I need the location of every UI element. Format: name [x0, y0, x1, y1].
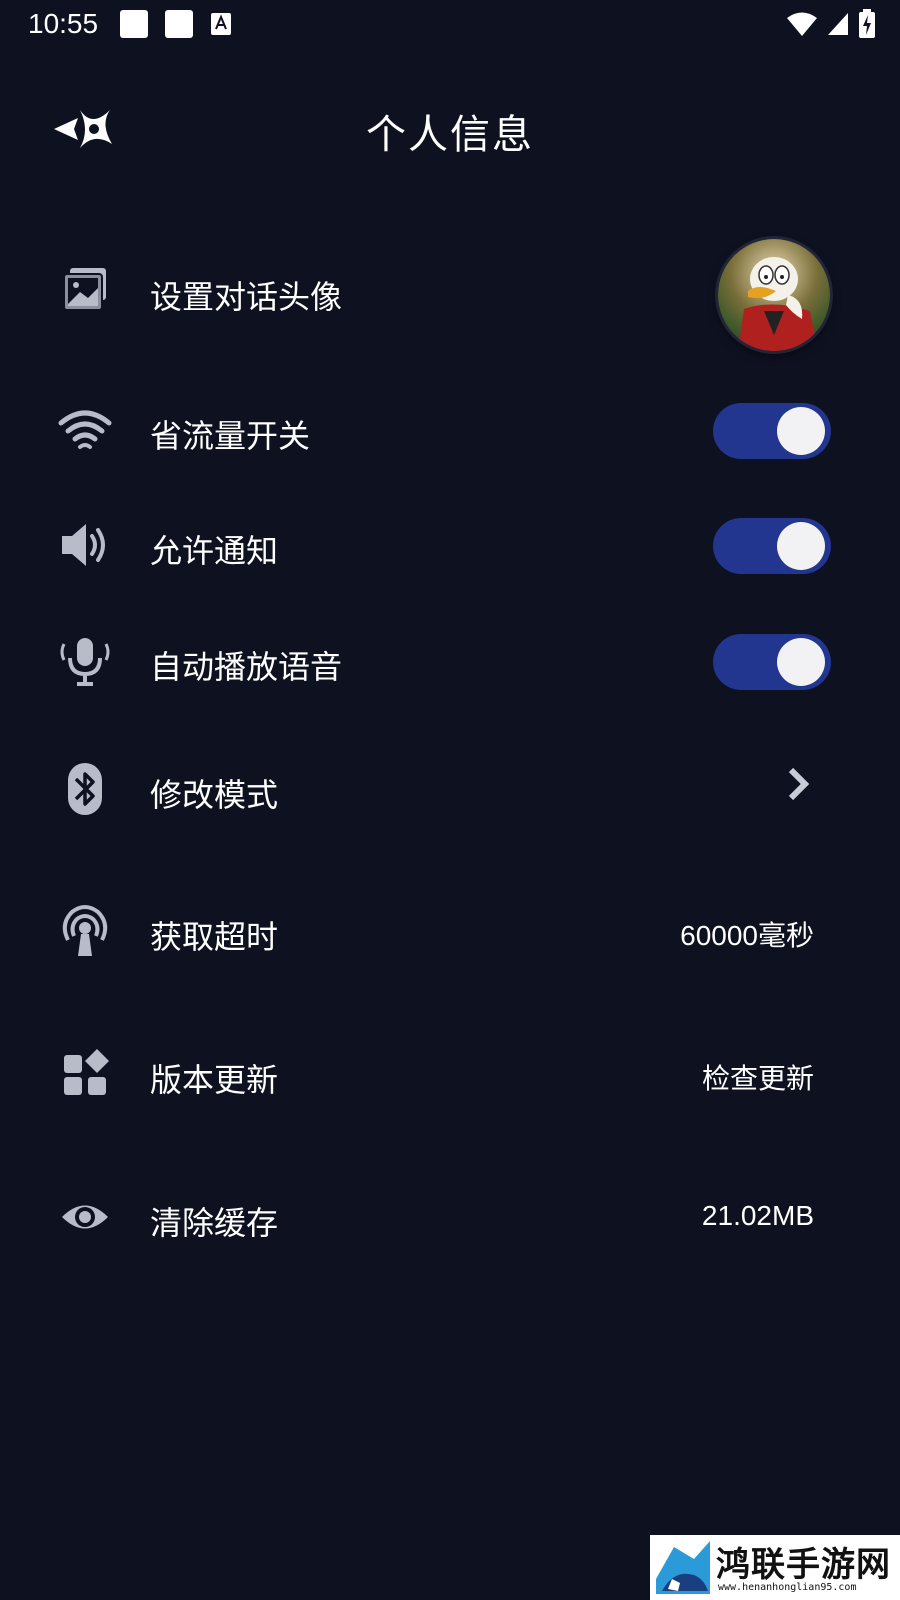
setting-timeout-row[interactable]: 获取超时 60000毫秒: [0, 876, 900, 986]
chevron-right-icon[interactable]: [785, 764, 813, 804]
battery-icon: [859, 9, 875, 38]
timeout-label: 获取超时: [150, 918, 279, 956]
avatar-image: [738, 257, 818, 351]
wifi-status-icon: [787, 12, 817, 36]
check-update-value[interactable]: 检查更新: [702, 1057, 814, 1097]
setting-notifications-row: 允许通知: [0, 490, 900, 600]
mode-label: 修改模式: [150, 776, 279, 814]
eye-icon: [62, 1205, 108, 1229]
watermark: 鸿联手游网 www.henanhonglian95.com: [650, 1535, 900, 1600]
cache-size-value: 21.02MB: [701, 1200, 814, 1231]
notifications-label: 允许通知: [150, 532, 279, 570]
bluetooth-icon: [68, 763, 102, 815]
watermark-text: 鸿联手游网: [716, 1545, 891, 1585]
autoplay-voice-toggle[interactable]: [713, 634, 831, 690]
page-title: 个人信息: [366, 112, 534, 158]
notifications-toggle[interactable]: [713, 518, 831, 574]
setting-data-saver-row: 省流量开关: [0, 375, 900, 485]
signal-icon: [828, 13, 848, 35]
avatar[interactable]: [718, 239, 830, 351]
data-saver-toggle[interactable]: [713, 403, 831, 459]
toggle-knob: [777, 407, 825, 455]
setting-avatar-row[interactable]: 设置对话头像: [0, 236, 900, 351]
avatar-label: 设置对话头像: [150, 278, 343, 316]
setting-cache-row[interactable]: 清除缓存 21.02MB: [0, 1162, 900, 1272]
status-bar: 10:55: [0, 0, 900, 52]
update-label: 版本更新: [150, 1061, 279, 1099]
apps-icon: [64, 1049, 109, 1095]
status-time: 10:55: [28, 8, 99, 39]
data-saver-label: 省流量开关: [150, 417, 311, 455]
setting-autoplay-voice-row: 自动播放语音: [0, 606, 900, 716]
app-header: 个人信息: [0, 84, 900, 174]
image-icon: [63, 268, 106, 311]
toggle-knob: [777, 638, 825, 686]
setting-update-row[interactable]: 版本更新 检查更新: [0, 1019, 900, 1129]
toggle-knob: [777, 522, 825, 570]
wifi-icon: [58, 410, 112, 449]
watermark-logo-icon: [654, 1539, 712, 1596]
notification-icon: [165, 10, 193, 38]
notification-icon: [120, 10, 148, 38]
keyboard-notification-icon: [211, 13, 231, 35]
cache-label: 清除缓存: [150, 1204, 279, 1242]
setting-mode-row[interactable]: 修改模式: [0, 734, 900, 844]
microphone-icon: [60, 638, 110, 686]
watermark-url: www.henanhonglian95.com: [718, 1582, 857, 1593]
antenna-icon: [62, 905, 108, 956]
autoplay-voice-label: 自动播放语音: [150, 648, 343, 686]
timeout-value: 60000毫秒: [680, 920, 814, 951]
speaker-icon: [62, 524, 105, 566]
